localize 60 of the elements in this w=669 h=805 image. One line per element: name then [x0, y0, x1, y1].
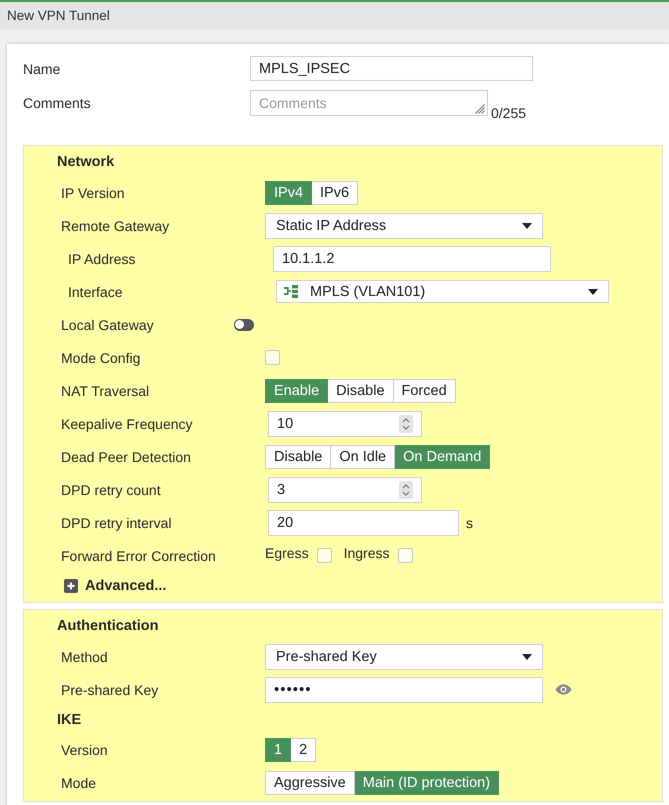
window-title: New VPN Tunnel: [0, 0, 669, 29]
segment-button[interactable]: On Idle: [331, 444, 396, 468]
field-label: Name: [23, 60, 62, 76]
field-label: Pre-shared Key: [61, 682, 160, 698]
segment-button[interactable]: Main (ID protection): [354, 770, 500, 794]
field-label: Method: [61, 648, 109, 664]
segment-button[interactable]: Aggressive: [265, 770, 355, 794]
field-label: Forward Error Correction: [61, 548, 217, 564]
caret-icon: [522, 222, 532, 228]
number-field[interactable]: 10: [268, 410, 422, 436]
segment-button[interactable]: Forced: [394, 378, 456, 402]
field-label: Interface: [67, 284, 124, 300]
field-label: IP Address: [67, 250, 136, 266]
field-label: Local Gateway: [61, 316, 155, 332]
dropdown[interactable]: Static IP Address: [265, 212, 543, 238]
port-icon: [284, 285, 298, 298]
segment-button[interactable]: On Demand: [395, 444, 490, 468]
field-label: IP Version: [61, 184, 126, 200]
field-label: Version: [61, 742, 109, 758]
field-label: DPD retry count: [61, 482, 162, 498]
text-field[interactable]: MPLS_IPSEC: [250, 56, 533, 81]
spinner-icon[interactable]: [399, 414, 413, 432]
text-field[interactable]: 10.1.1.2: [273, 246, 551, 272]
segment-button[interactable]: 1: [265, 738, 292, 762]
field-label: Keepalive Frequency: [61, 416, 194, 432]
number-field[interactable]: 3: [268, 476, 422, 502]
expand-button[interactable]: Advanced...: [64, 578, 166, 594]
segment-button[interactable]: 2: [291, 738, 316, 762]
toggle-switch[interactable]: [234, 318, 254, 330]
segment-button[interactable]: Enable: [265, 378, 328, 402]
checkbox-label: Egress: [265, 545, 309, 561]
character-counter: 0/255: [491, 105, 526, 121]
text-field[interactable]: 20: [268, 510, 459, 536]
caret-icon: [522, 654, 532, 660]
field-label: Mode: [61, 774, 98, 790]
field-label: DPD retry interval: [61, 514, 172, 530]
eye-icon[interactable]: [555, 684, 572, 695]
field-label: Comments: [23, 95, 92, 111]
segment-button[interactable]: IPv4: [265, 180, 312, 204]
field-label: Remote Gateway: [61, 218, 170, 234]
checkbox[interactable]: [316, 548, 332, 563]
field-label: Dead Peer Detection: [61, 448, 192, 464]
unit-label: s: [466, 514, 473, 530]
segment-button[interactable]: Disable: [265, 444, 332, 468]
section-heading: IKE: [57, 710, 82, 730]
field-label: Mode Config: [61, 350, 142, 366]
dropdown[interactable]: MPLS (VLAN101): [276, 280, 609, 303]
resize-handle-icon[interactable]: [473, 102, 485, 114]
dropdown[interactable]: Pre-shared Key: [265, 644, 543, 670]
password-field[interactable]: ••••••: [265, 676, 543, 702]
checkbox[interactable]: [265, 350, 280, 365]
checkbox-label: Ingress: [344, 545, 390, 561]
segment-button[interactable]: IPv6: [312, 180, 358, 204]
caret-icon: [588, 288, 598, 294]
spinner-icon[interactable]: [399, 480, 413, 498]
checkbox[interactable]: [398, 548, 412, 563]
segment-button[interactable]: Disable: [328, 378, 394, 402]
section-heading: Authentication: [57, 616, 160, 636]
section-heading: Network: [57, 152, 116, 172]
field-label: NAT Traversal: [61, 382, 150, 398]
